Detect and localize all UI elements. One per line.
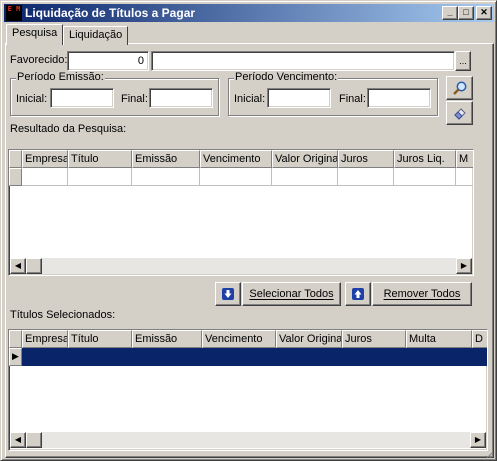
- row-indicator: [9, 168, 22, 186]
- arrow-right-icon: ▶: [460, 261, 468, 270]
- table-cell[interactable]: [68, 348, 132, 366]
- remove-all-button[interactable]: Remover Todos: [372, 282, 472, 306]
- scroll-left-button[interactable]: ◀: [10, 258, 26, 274]
- main-window: E M Liquidação de Títulos a Pagar _ □ ✕ …: [0, 0, 497, 461]
- column-header[interactable]: Empresa: [22, 330, 68, 348]
- scroll-right-button[interactable]: ▶: [470, 432, 486, 448]
- resultado-grid-header: Empresa Título Emissão Vencimento Valor …: [9, 150, 473, 168]
- emissao-final-input[interactable]: [149, 88, 213, 108]
- table-cell[interactable]: [276, 348, 342, 366]
- app-icon: E M: [6, 5, 22, 21]
- select-all-button[interactable]: Selecionar Todos: [242, 282, 341, 306]
- scroll-thumb[interactable]: [26, 258, 42, 274]
- maximize-icon: □: [463, 7, 469, 17]
- table-cell[interactable]: [200, 168, 272, 186]
- emissao-inicial-input[interactable]: [50, 88, 114, 108]
- tab-label: Liquidação: [69, 29, 123, 41]
- column-header[interactable]: Vencimento: [202, 330, 276, 348]
- column-header[interactable]: M: [456, 150, 473, 168]
- arrow-left-icon: ◀: [14, 261, 22, 270]
- table-cell[interactable]: [202, 348, 276, 366]
- vencimento-inicial-label: Inicial:: [234, 93, 266, 105]
- column-header[interactable]: Juros Liq.: [394, 150, 456, 168]
- favorecido-lookup-button[interactable]: ...: [455, 51, 471, 71]
- ellipsis-icon: ...: [459, 56, 467, 66]
- close-icon: ✕: [480, 7, 488, 17]
- table-cell[interactable]: [22, 168, 68, 186]
- table-cell[interactable]: [456, 168, 473, 186]
- column-header[interactable]: Título: [68, 150, 132, 168]
- table-cell[interactable]: [132, 168, 200, 186]
- resultado-hscrollbar[interactable]: ◀ ▶: [10, 258, 472, 274]
- emissao-final-label: Final:: [121, 93, 148, 105]
- emissao-inicial-label: Inicial:: [16, 93, 48, 105]
- clear-button[interactable]: [446, 101, 473, 125]
- arrow-right-icon: ▶: [474, 435, 482, 444]
- minimize-button[interactable]: _: [442, 6, 458, 20]
- resultado-label: Resultado da Pesquisa:: [10, 123, 127, 135]
- close-button[interactable]: ✕: [476, 6, 492, 20]
- table-cell[interactable]: [472, 348, 487, 366]
- scroll-left-button[interactable]: ◀: [10, 432, 26, 448]
- table-cell[interactable]: [338, 168, 394, 186]
- table-cell[interactable]: [132, 348, 202, 366]
- maximize-button[interactable]: □: [458, 6, 474, 20]
- resultado-grid[interactable]: Empresa Título Emissão Vencimento Valor …: [8, 149, 474, 276]
- select-all-label: Selecionar Todos: [249, 288, 334, 300]
- column-header[interactable]: D: [472, 330, 487, 348]
- favorecido-code-input[interactable]: 0: [67, 51, 149, 71]
- search-button[interactable]: [446, 76, 473, 100]
- remove-all-label: Remover Todos: [383, 288, 461, 300]
- tab-pesquisa[interactable]: Pesquisa: [6, 24, 64, 45]
- current-row-indicator-icon: ▶: [9, 348, 22, 366]
- row-indicator-header: [9, 150, 22, 168]
- vencimento-final-input[interactable]: [367, 88, 431, 108]
- eraser-icon: [453, 108, 466, 120]
- column-header[interactable]: Valor Original: [272, 150, 338, 168]
- remove-icon-button[interactable]: [345, 282, 371, 306]
- tab-label: Pesquisa: [12, 27, 58, 39]
- column-header[interactable]: Empresa: [22, 150, 68, 168]
- arrow-down-icon: [222, 288, 234, 300]
- column-header[interactable]: Vencimento: [200, 150, 272, 168]
- favorecido-name-input[interactable]: [151, 51, 455, 71]
- arrow-left-icon: ◀: [14, 435, 22, 444]
- selecionados-hscrollbar[interactable]: ◀ ▶: [10, 432, 486, 448]
- table-row-selected[interactable]: ▶: [9, 348, 487, 366]
- table-cell[interactable]: [22, 348, 68, 366]
- select-icon-button[interactable]: [215, 282, 241, 306]
- column-header[interactable]: Título: [68, 330, 132, 348]
- table-cell[interactable]: [342, 348, 406, 366]
- tab-liquidacao[interactable]: Liquidação: [63, 26, 129, 45]
- scroll-thumb[interactable]: [26, 432, 42, 448]
- magnifier-icon: [452, 81, 466, 95]
- table-cell[interactable]: [68, 168, 132, 186]
- title-bar[interactable]: E M Liquidação de Títulos a Pagar _ □ ✕: [4, 4, 494, 22]
- arrow-up-icon: [352, 288, 364, 300]
- table-cell[interactable]: [272, 168, 338, 186]
- window-title: Liquidação de Títulos a Pagar: [25, 6, 196, 20]
- favorecido-label: Favorecido:: [10, 54, 68, 66]
- column-header[interactable]: Juros: [338, 150, 394, 168]
- column-header[interactable]: Emissão: [132, 330, 202, 348]
- size-grip[interactable]: [486, 450, 494, 459]
- selecionados-label: Títulos Selecionados:: [10, 309, 116, 321]
- row-indicator-header: [9, 330, 22, 348]
- periodo-emissao-title: Período Emissão:: [16, 71, 105, 83]
- table-cell[interactable]: [394, 168, 456, 186]
- column-header[interactable]: Juros: [342, 330, 406, 348]
- resize-grip-icon: [486, 451, 494, 459]
- scroll-right-button[interactable]: ▶: [456, 258, 472, 274]
- table-row[interactable]: [9, 168, 473, 186]
- column-header[interactable]: Multa: [406, 330, 472, 348]
- column-header[interactable]: Emissão: [132, 150, 200, 168]
- vencimento-final-label: Final:: [339, 93, 366, 105]
- table-cell[interactable]: [406, 348, 472, 366]
- column-header[interactable]: Valor Original: [276, 330, 342, 348]
- selecionados-grid-header: Empresa Título Emissão Vencimento Valor …: [9, 330, 487, 348]
- minimize-icon: _: [447, 7, 453, 17]
- periodo-vencimento-title: Período Vencimento:: [234, 71, 339, 83]
- vencimento-inicial-input[interactable]: [267, 88, 331, 108]
